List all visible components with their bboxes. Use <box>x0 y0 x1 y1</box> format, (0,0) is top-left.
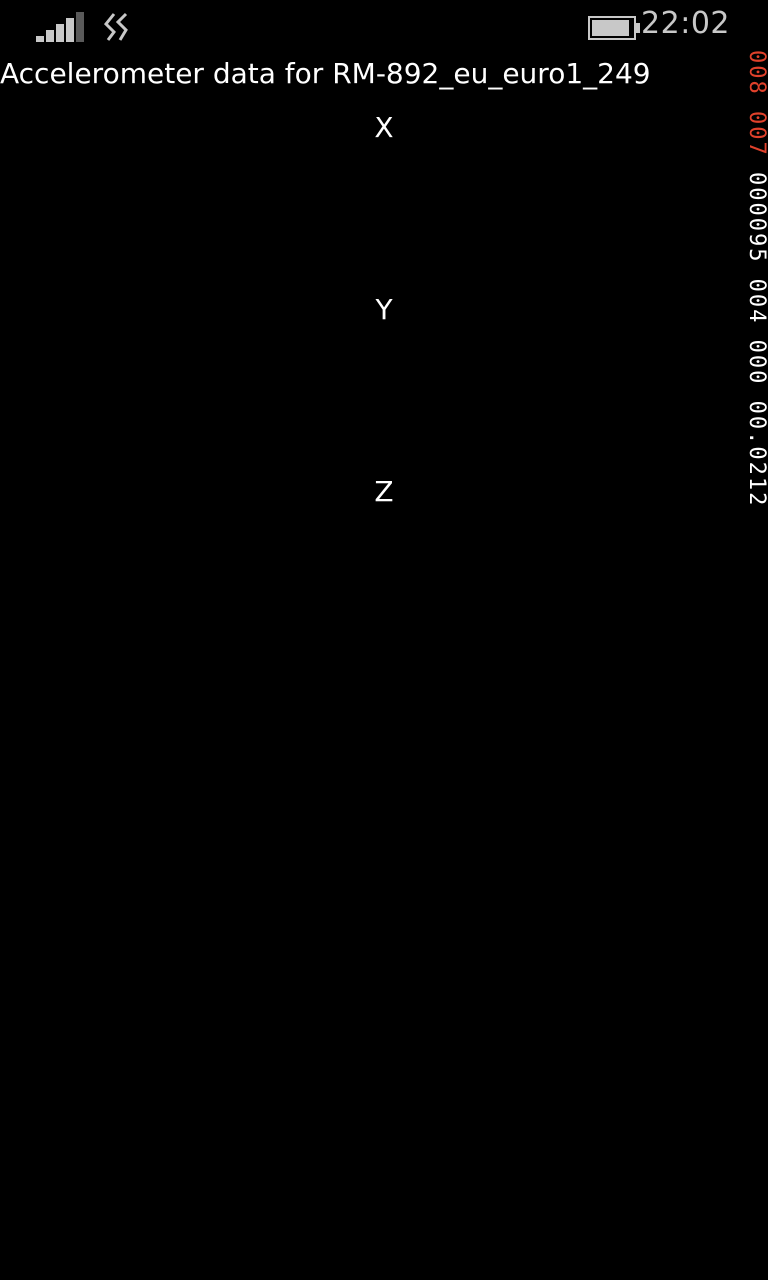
signal-strength-icon <box>36 12 84 42</box>
z-axis-label: Z <box>374 475 394 508</box>
page-title: Accelerometer data for RM-892_eu_euro1_2… <box>0 57 651 90</box>
frame-rate-counter: 008 007 000095 004 000 00.0212 <box>744 50 768 670</box>
x-axis-label: X <box>374 111 394 144</box>
battery-icon <box>588 16 640 40</box>
status-bar: 22:02 <box>0 0 768 54</box>
data-connection-icon <box>103 12 128 41</box>
y-axis-label: Y <box>375 293 393 326</box>
status-clock: 22:02 <box>641 6 730 41</box>
frame-rate-white-values: 000095 004 000 00.0212 <box>744 171 768 508</box>
frame-rate-red-values: 008 007 <box>744 50 768 157</box>
frame-rate-readout: 008 007 000095 004 000 00.0212 <box>744 50 768 507</box>
